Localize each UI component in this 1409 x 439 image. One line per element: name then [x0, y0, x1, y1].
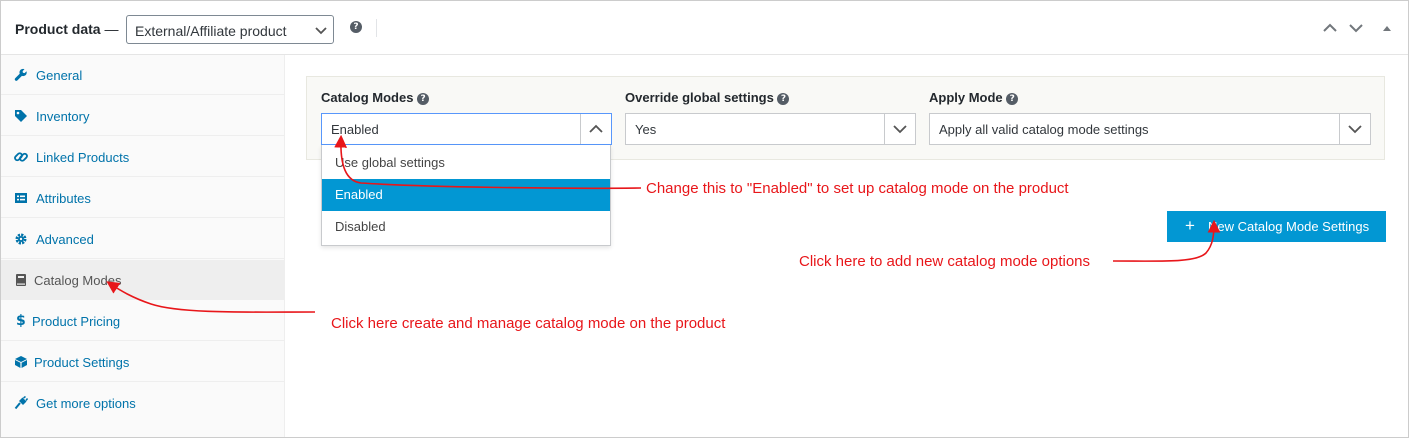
move-up-icon[interactable]: [1323, 21, 1337, 35]
tab-advanced[interactable]: Advanced: [1, 219, 284, 259]
book-icon: [16, 274, 26, 286]
tab-product-settings[interactable]: Product Settings: [1, 342, 284, 382]
help-icon[interactable]: ?: [1006, 93, 1019, 105]
dropdown-option-use-global[interactable]: Use global settings: [322, 147, 610, 179]
product-data-tabs: General Inventory Linked Products Attrib…: [1, 55, 285, 437]
chevron-down-icon: [315, 27, 327, 35]
tab-get-more-options[interactable]: Get more options: [1, 383, 284, 423]
tab-product-pricing[interactable]: $ Product Pricing: [1, 301, 284, 341]
new-catalog-mode-settings-button[interactable]: + New Catalog Mode Settings: [1167, 211, 1386, 242]
gear-icon: [15, 233, 27, 245]
tab-product-pricing-label: Product Pricing: [32, 314, 121, 329]
tag-icon: [15, 110, 27, 122]
help-icon[interactable]: ?: [417, 93, 430, 105]
tab-catalog-modes[interactable]: Catalog Modes: [1, 260, 284, 300]
header-divider: [376, 19, 377, 37]
cube-icon: [15, 356, 27, 368]
dropdown-option-label: Use global settings: [335, 155, 445, 170]
plug-icon: [14, 396, 28, 410]
link-icon: [14, 152, 28, 162]
tab-attributes[interactable]: Attributes: [1, 178, 284, 218]
metabox-title-dash: —: [100, 21, 119, 37]
catalog-modes-value: Enabled: [331, 122, 379, 137]
annotation-button-note: Click here to add new catalog mode optio…: [799, 253, 1091, 270]
apply-mode-label: Apply Mode ?: [929, 90, 1019, 105]
metabox-header: Product data — External/Affiliate produc…: [1, 1, 1408, 55]
catalog-modes-dropdown: Use global settings Enabled Disabled: [321, 145, 611, 246]
tab-general[interactable]: General: [1, 55, 284, 95]
chevron-up-icon: [589, 124, 603, 133]
new-catalog-mode-settings-label: New Catalog Mode Settings: [1208, 219, 1370, 234]
metabox-title: Product data —: [15, 21, 118, 37]
override-global-label: Override global settings ?: [625, 90, 790, 105]
help-icon[interactable]: ?: [350, 21, 362, 33]
tab-attributes-label: Attributes: [36, 191, 91, 206]
tab-product-settings-label: Product Settings: [34, 355, 130, 370]
tab-get-more-options-label: Get more options: [36, 396, 136, 411]
product-type-select[interactable]: External/Affiliate product: [126, 15, 334, 44]
help-icon[interactable]: ?: [777, 93, 790, 105]
tab-linked-products[interactable]: Linked Products: [1, 137, 284, 177]
product-type-value: External/Affiliate product: [135, 23, 287, 39]
list-icon: [15, 193, 27, 203]
chevron-down-icon: [1348, 125, 1362, 134]
catalog-modes-label-text: Catalog Modes: [321, 90, 414, 105]
tab-general-label: General: [36, 68, 83, 83]
dropdown-option-disabled[interactable]: Disabled: [322, 211, 610, 243]
catalog-modes-select[interactable]: Enabled: [321, 113, 612, 145]
apply-mode-select[interactable]: Apply all valid catalog mode settings: [929, 113, 1371, 145]
chevron-down-icon: [893, 125, 907, 134]
catalog-modes-label: Catalog Modes ?: [321, 90, 430, 105]
dropdown-option-enabled[interactable]: Enabled: [322, 179, 610, 211]
override-global-label-text: Override global settings: [625, 90, 774, 105]
override-global-select[interactable]: Yes: [625, 113, 916, 145]
annotation-enabled-note: Change this to "Enabled" to set up catal…: [646, 180, 1069, 197]
annotation-sidebar-note: Click here create and manage catalog mod…: [331, 315, 726, 332]
dollar-icon: $: [16, 313, 26, 329]
select-toggle[interactable]: [580, 114, 611, 144]
plus-icon: +: [1185, 216, 1195, 235]
tab-catalog-modes-label: Catalog Modes: [34, 273, 122, 288]
metabox-title-text: Product data: [15, 21, 101, 37]
tab-advanced-label: Advanced: [36, 232, 94, 247]
tab-linked-products-label: Linked Products: [36, 150, 130, 165]
select-toggle[interactable]: [884, 114, 915, 144]
apply-mode-value: Apply all valid catalog mode settings: [939, 122, 1149, 137]
wrench-icon: [14, 68, 27, 81]
tab-inventory[interactable]: Inventory: [1, 96, 284, 136]
select-toggle[interactable]: [1339, 114, 1370, 144]
dropdown-option-label: Disabled: [335, 219, 386, 234]
collapse-toggle-icon[interactable]: [1382, 24, 1392, 32]
move-down-icon[interactable]: [1349, 21, 1363, 35]
product-data-metabox: Product data — External/Affiliate produc…: [0, 0, 1409, 438]
override-global-value: Yes: [635, 122, 657, 137]
apply-mode-label-text: Apply Mode: [929, 90, 1003, 105]
dropdown-option-label: Enabled: [335, 187, 383, 202]
tab-inventory-label: Inventory: [36, 109, 90, 124]
